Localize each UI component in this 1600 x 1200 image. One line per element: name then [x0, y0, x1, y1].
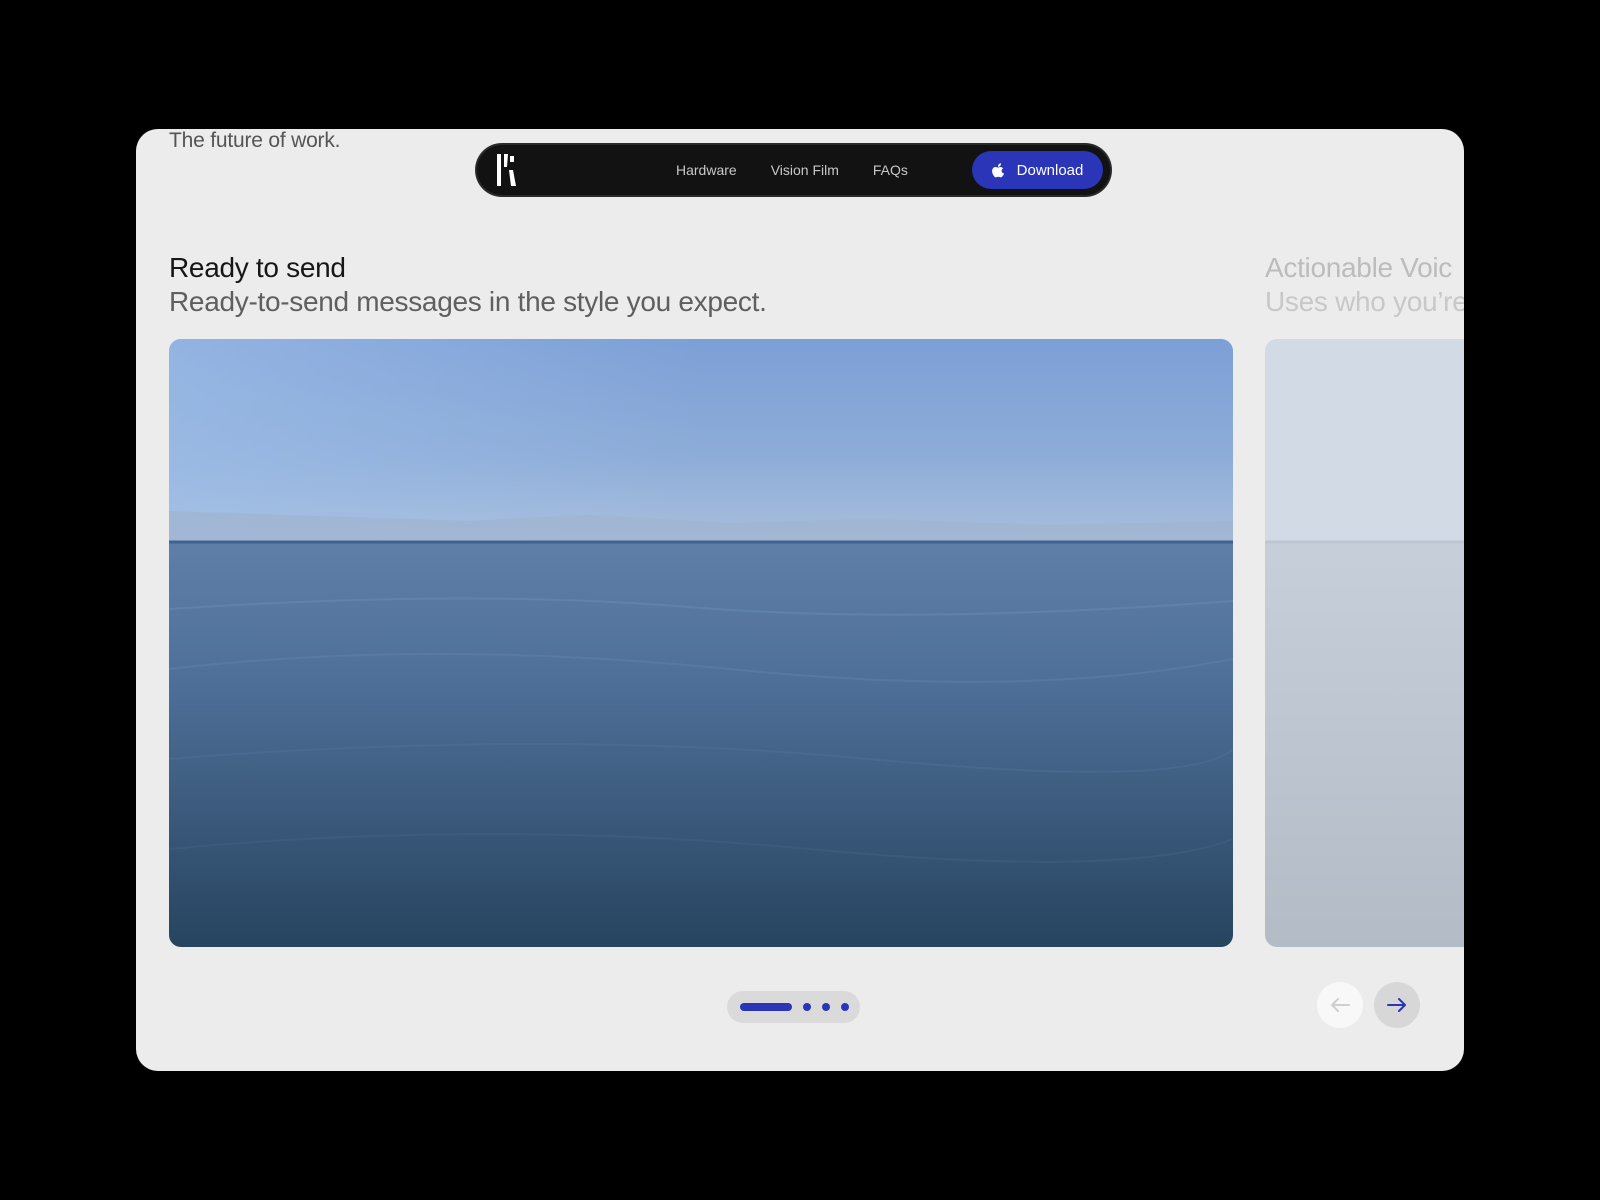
slide-title: Ready to send [169, 252, 346, 283]
download-label: Download [1016, 161, 1084, 179]
next-slide-title: Actionable Voic [1265, 252, 1452, 283]
tagline: The future of work. [169, 129, 341, 152]
pagination-dot[interactable] [803, 1003, 811, 1011]
nav-link-vision-film[interactable]: Vision Film [771, 162, 839, 178]
next-slide-button[interactable] [1374, 982, 1420, 1028]
pagination-dot-active[interactable] [740, 1003, 792, 1011]
arrow-left-icon [1331, 998, 1350, 1012]
nav-link-faqs[interactable]: FAQs [873, 162, 908, 178]
nav-links: Hardware Vision Film FAQs [676, 145, 908, 195]
nav-link-hardware[interactable]: Hardware [676, 162, 737, 178]
app-window: The future of work. Hardware Vision Film… [136, 129, 1464, 1071]
top-navbar: Hardware Vision Film FAQs Download [477, 145, 1110, 195]
ocean-video[interactable] [169, 339, 1233, 947]
apple-icon [991, 162, 1004, 177]
logo-icon[interactable] [496, 153, 516, 187]
prev-slide-button[interactable] [1317, 982, 1363, 1028]
download-button[interactable]: Download [972, 151, 1103, 189]
next-slide-media[interactable] [1265, 339, 1464, 947]
slide-pagination [727, 991, 860, 1023]
pagination-dot[interactable] [822, 1003, 830, 1011]
arrow-right-icon [1387, 998, 1406, 1012]
next-slide-subtitle: Uses who you’re [1265, 286, 1464, 317]
pagination-dot[interactable] [841, 1003, 849, 1011]
slide-subtitle: Ready-to-send messages in the style you … [169, 286, 767, 317]
